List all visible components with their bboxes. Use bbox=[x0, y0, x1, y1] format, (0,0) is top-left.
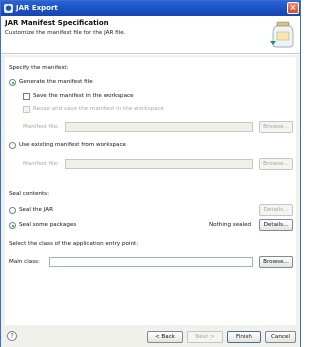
existing-manifest-file-label: Manifest file: bbox=[23, 161, 60, 167]
help-icon[interactable]: ? bbox=[7, 331, 17, 341]
seal-status-text: Nothing sealed bbox=[209, 222, 252, 228]
manifest-file-label: Manifest file: bbox=[23, 124, 60, 130]
seal-some-packages-radio[interactable] bbox=[9, 222, 16, 229]
back-button[interactable]: < Back bbox=[147, 331, 183, 343]
seal-packages-details-button[interactable]: Details... bbox=[259, 219, 293, 231]
manifest-file-field bbox=[65, 122, 253, 132]
seal-jar-label[interactable]: Seal the JAR bbox=[19, 207, 53, 213]
close-button[interactable]: × bbox=[287, 2, 299, 14]
existing-manifest-file-field bbox=[65, 159, 253, 169]
existing-manifest-browse-button: Browse... bbox=[259, 158, 293, 170]
main-class-field[interactable] bbox=[49, 257, 253, 267]
page-title: JAR Manifest Specification bbox=[5, 19, 109, 27]
wizard-body: Specify the manifest: Generate the manif… bbox=[1, 55, 300, 327]
reuse-manifest-label: Reuse and save the manifest in the works… bbox=[33, 106, 164, 112]
entry-point-label: Select the class of the application entr… bbox=[9, 241, 139, 247]
seal-jar-details-button: Details... bbox=[259, 204, 293, 216]
seal-some-packages-label[interactable]: Seal some packages bbox=[19, 222, 76, 228]
jar-icon bbox=[270, 21, 294, 48]
page-description: Customize the manifest file for the JAR … bbox=[5, 30, 126, 36]
reuse-manifest-checkbox bbox=[23, 106, 30, 113]
wizard-header: JAR Manifest Specification Customize the… bbox=[1, 16, 300, 54]
window-title: JAR Export bbox=[16, 4, 58, 12]
manifest-settings-panel: Specify the manifest: Generate the manif… bbox=[5, 57, 296, 325]
title-bar[interactable]: ● JAR Export × bbox=[1, 1, 300, 16]
finish-button[interactable]: Finish bbox=[227, 331, 261, 343]
use-existing-manifest-label[interactable]: Use existing manifest from workspace bbox=[19, 142, 126, 148]
jar-export-dialog: ● JAR Export × JAR Manifest Specificatio… bbox=[0, 0, 301, 347]
seal-jar-radio[interactable] bbox=[9, 207, 16, 214]
specify-manifest-label: Specify the manifest: bbox=[9, 65, 69, 71]
main-class-label: Main class: bbox=[9, 259, 40, 265]
generate-manifest-radio[interactable] bbox=[9, 79, 16, 86]
save-manifest-checkbox[interactable] bbox=[23, 93, 30, 100]
wizard-footer: ? < Back Next > Finish Cancel bbox=[1, 327, 300, 347]
use-existing-manifest-radio[interactable] bbox=[9, 142, 16, 149]
manifest-browse-button: Browse... bbox=[259, 121, 293, 133]
save-manifest-label[interactable]: Save the manifest in the workspace bbox=[33, 93, 134, 99]
main-class-browse-button[interactable]: Browse... bbox=[259, 256, 293, 268]
generate-manifest-label[interactable]: Generate the manifest file bbox=[19, 79, 93, 85]
seal-contents-label: Seal contents: bbox=[9, 191, 49, 197]
next-button: Next > bbox=[187, 331, 223, 343]
cancel-button[interactable]: Cancel bbox=[265, 331, 296, 343]
eclipse-icon: ● bbox=[4, 4, 13, 13]
